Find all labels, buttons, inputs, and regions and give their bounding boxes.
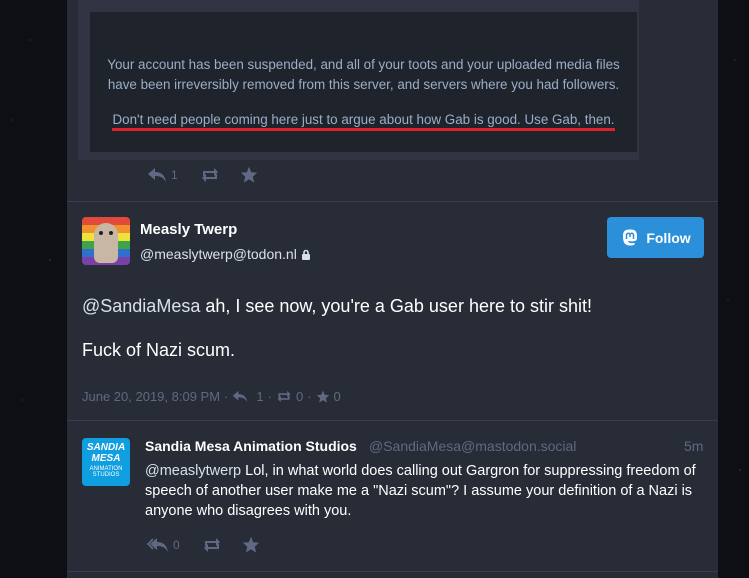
avatar-image xyxy=(94,223,118,263)
notice-quote: Don't need people coming here just to ar… xyxy=(90,110,637,131)
boost-button[interactable] xyxy=(202,537,222,553)
mention-link[interactable]: @SandiaMesa xyxy=(82,296,200,316)
reply-all-icon xyxy=(147,537,168,552)
boost-icon xyxy=(201,167,218,182)
reply-icon xyxy=(233,390,248,403)
favourite-count: 0 xyxy=(333,389,341,404)
boost-count: 0 xyxy=(295,389,304,404)
status-meta: June 20, 2019, 8:09 PM · 1 · 0 · 0 xyxy=(82,389,341,404)
timestamp[interactable]: June 20, 2019, 8:09 PM xyxy=(82,389,220,404)
display-name[interactable]: Measly Twerp xyxy=(140,221,237,238)
favourite-button[interactable] xyxy=(240,166,258,183)
reply-actions: 0 xyxy=(147,536,260,553)
divider xyxy=(67,420,718,421)
avatar[interactable]: SANDIA MESA ANIMATION STUDIOS xyxy=(82,438,130,486)
star-icon xyxy=(242,536,259,553)
reply-icon xyxy=(148,167,166,182)
boost-icon xyxy=(277,390,291,403)
account-handle[interactable]: @measlytwerp@todon.nl xyxy=(140,246,311,262)
suspension-notice: Your account has been suspended, and all… xyxy=(90,12,637,152)
quoted-actions: 1 xyxy=(147,166,258,183)
boost-icon xyxy=(203,537,220,552)
lock-icon xyxy=(301,249,310,260)
mention-link[interactable]: @measlytwerp xyxy=(145,463,241,479)
favourite-button[interactable] xyxy=(242,536,260,553)
star-icon xyxy=(240,166,257,183)
avatar[interactable] xyxy=(82,217,130,265)
relative-time[interactable]: 5m xyxy=(684,438,703,454)
star-icon xyxy=(316,390,329,403)
account-handle[interactable]: @SandiaMesa@mastodon.social xyxy=(369,438,576,454)
display-name[interactable]: Sandia Mesa Animation Studios xyxy=(145,438,357,454)
status-content: @measlytwerp Lol, in what world does cal… xyxy=(145,463,696,519)
divider xyxy=(67,571,718,572)
divider xyxy=(67,201,718,202)
reply-count: 1 xyxy=(256,389,264,404)
status-content: @SandiaMesa ah, I see now, you're a Gab … xyxy=(82,296,592,360)
boost-button[interactable] xyxy=(200,167,220,183)
reply-button[interactable]: 1 xyxy=(147,167,178,183)
mastodon-icon xyxy=(623,229,638,245)
notice-text: Your account has been suspended, and all… xyxy=(107,57,620,92)
follow-button[interactable]: Follow xyxy=(607,217,704,258)
reply-button[interactable]: 0 xyxy=(147,537,180,553)
